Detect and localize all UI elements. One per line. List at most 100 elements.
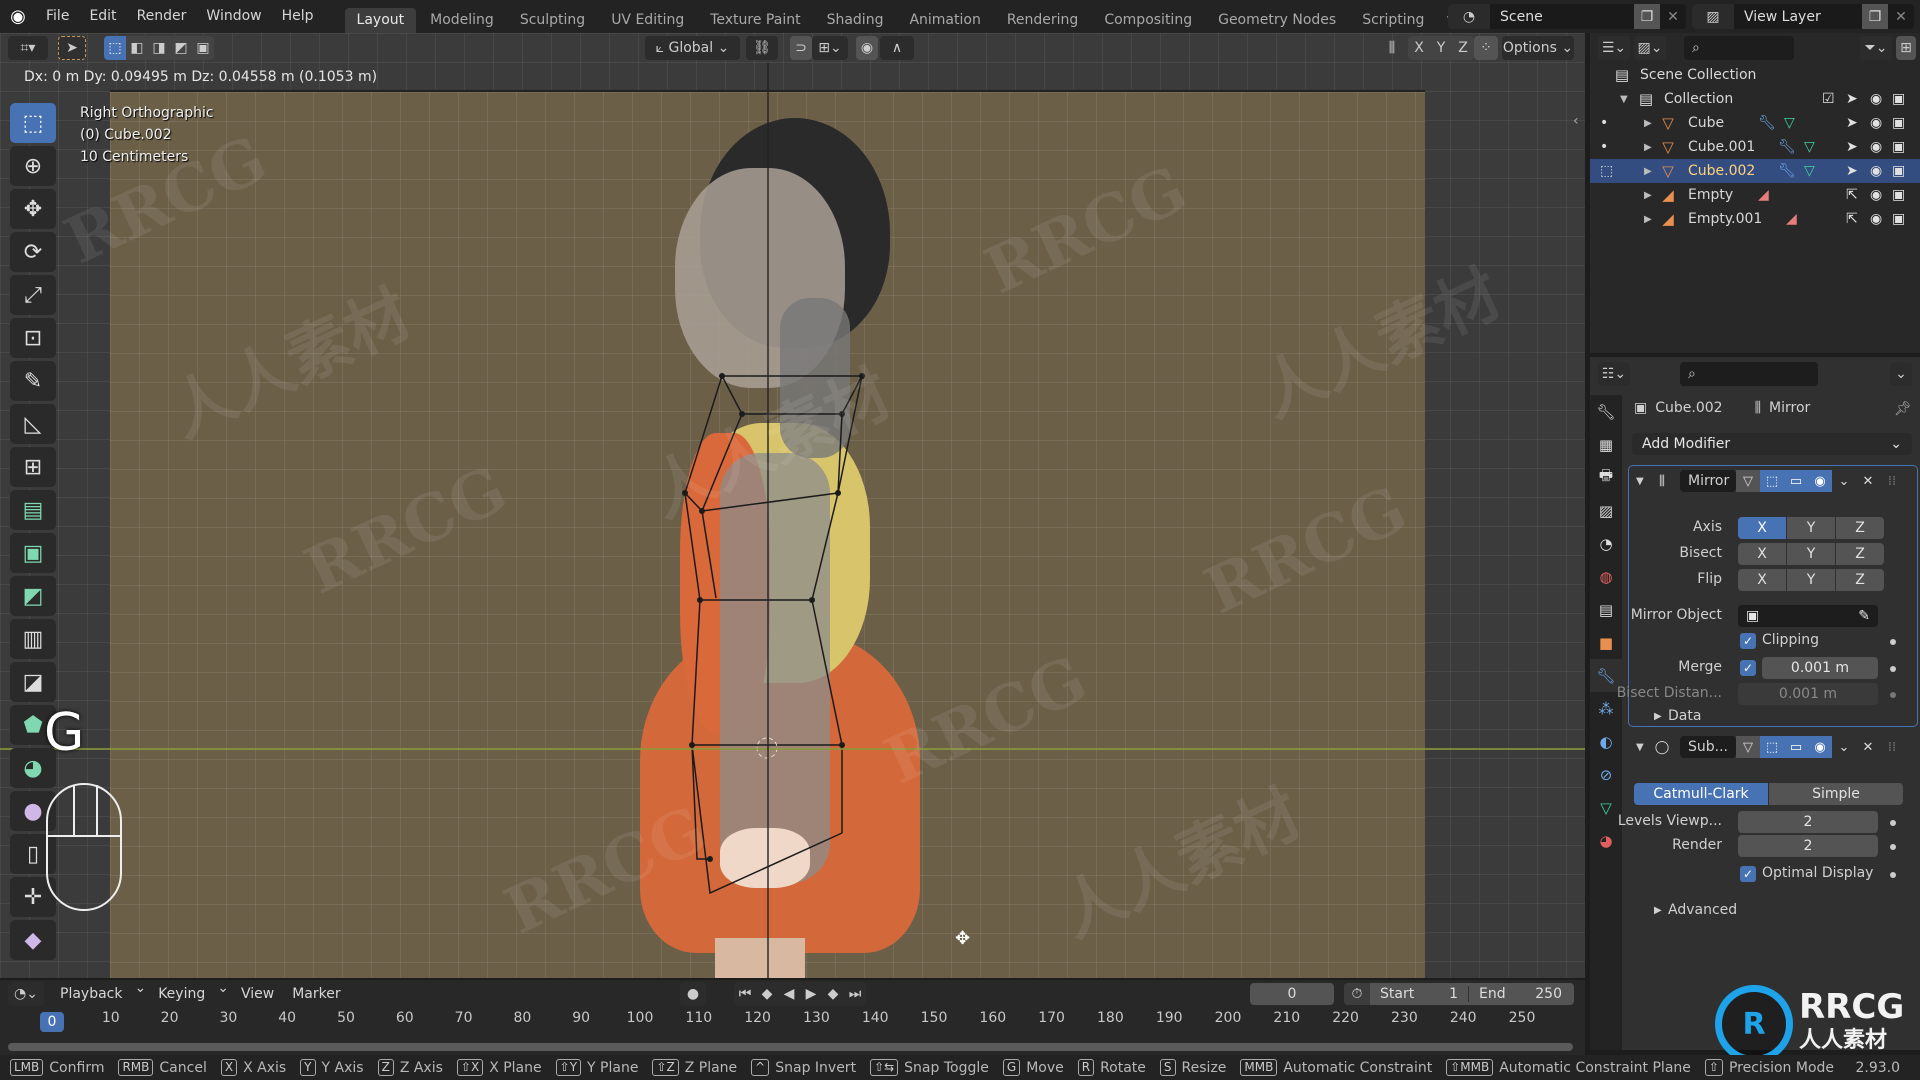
select-intersect-icon[interactable]: ▣ [192, 36, 214, 60]
tab-texture-paint[interactable]: Texture Paint [698, 8, 812, 33]
render-tab[interactable]: ▦ [1590, 428, 1622, 461]
render-camera-icon[interactable]: ▣ [1892, 211, 1905, 227]
visibility-eye-icon[interactable]: ◉ [1870, 115, 1882, 131]
outliner-item[interactable]: ⬚ ▶ ▽ Cube.002 🔧︎ ▽ ➤ ◉ ▣ [1590, 159, 1920, 183]
prev-keyframe-icon[interactable]: ◆ [756, 982, 778, 1006]
scene-selector[interactable]: ◔ Scene ❐ ✕ [1448, 4, 1686, 29]
scene-name[interactable]: Scene [1490, 9, 1634, 25]
expand-arrow-icon[interactable]: ▼ [1620, 94, 1628, 105]
merge-checkbox[interactable]: ✓ [1740, 660, 1756, 676]
keyframe-dot[interactable] [1890, 639, 1896, 645]
levels-viewport-field[interactable]: 2 [1738, 811, 1878, 833]
collapse-arrow-icon[interactable]: ▼ [1636, 742, 1650, 753]
data-subpanel-label[interactable]: Data [1668, 708, 1701, 724]
modifier-menu-icon[interactable]: ⌄ [1832, 736, 1856, 758]
tool-knife[interactable]: ◪ [10, 662, 56, 702]
end-frame-field[interactable]: End 250 [1468, 986, 1572, 1002]
remove-modifier-icon[interactable]: ✕ [1856, 470, 1880, 492]
menu-edit[interactable]: Edit [79, 0, 126, 33]
empty-data-icon[interactable]: ◢ [1758, 187, 1769, 203]
collapse-arrow-icon[interactable]: ▼ [1636, 476, 1650, 487]
axis-z-toggle[interactable]: Z [1836, 517, 1884, 539]
proportional-falloff-dropdown[interactable]: ∧ [880, 36, 914, 60]
keyframe-dot[interactable] [1890, 844, 1896, 850]
axis-y-toggle[interactable]: Y [1787, 517, 1835, 539]
options-dropdown[interactable]: Options ⌄ [1502, 36, 1574, 60]
outliner-item[interactable]: • ▶ ▽ Cube 🔧︎ ▽ ➤ ◉ ▣ [1590, 111, 1920, 135]
render-camera-icon[interactable]: ▣ [1892, 163, 1905, 179]
delete-view-layer-icon[interactable]: ✕ [1888, 4, 1914, 29]
expand-arrow-icon[interactable]: ▶ [1644, 190, 1652, 201]
outliner-item[interactable]: ▶ ◢ Empty.001 ◢ ⇱ ◉ ▣ [1590, 207, 1920, 231]
selectable-icon[interactable]: ➤ [1846, 115, 1858, 131]
tool-move[interactable]: ✥ [10, 189, 56, 229]
visibility-eye-icon[interactable]: ◉ [1870, 187, 1882, 203]
menu-render[interactable]: Render [127, 0, 197, 33]
selectable-icon[interactable]: ⇱ [1846, 211, 1858, 227]
tool-tab[interactable]: 🔧︎ [1590, 395, 1622, 428]
render-camera-icon[interactable]: ▣ [1892, 187, 1905, 203]
keyframe-dot[interactable] [1890, 666, 1896, 672]
keyframe-dot[interactable] [1890, 820, 1896, 826]
flip-z-toggle[interactable]: Z [1836, 569, 1884, 591]
selectable-icon[interactable]: ➤ [1846, 163, 1858, 179]
blender-logo-icon[interactable]: ◉ [0, 0, 36, 33]
selectable-icon[interactable]: ⇱ [1846, 187, 1858, 203]
advanced-subpanel-label[interactable]: Advanced [1668, 902, 1737, 918]
tab-sculpting[interactable]: Sculpting [508, 8, 597, 33]
clipping-checkbox[interactable]: ✓ [1740, 633, 1756, 649]
selectable-icon[interactable]: ➤ [1846, 91, 1858, 107]
menu-file[interactable]: File [36, 0, 79, 33]
render-camera-icon[interactable]: ▣ [1892, 115, 1905, 131]
mirror-x-toggle[interactable]: X [1408, 36, 1430, 60]
render-toggle-icon[interactable]: ◉ [1808, 470, 1832, 492]
expand-arrow-icon[interactable]: ▶ [1644, 118, 1652, 129]
tool-rotate[interactable]: ⟳ [10, 232, 56, 272]
tool-measure[interactable]: ◺ [10, 404, 56, 444]
exclude-checkbox[interactable]: ☑ [1822, 91, 1835, 107]
auto-keying-toggle[interactable]: ● [680, 982, 706, 1006]
tool-annotate[interactable]: ✎ [10, 361, 56, 401]
timeline-ruler[interactable]: 10 20 30 40 50 60 70 80 90 100 110 120 130 140 150 160 1… [0, 1010, 1585, 1032]
axis-x-toggle[interactable]: X [1738, 517, 1786, 539]
tool-extrude[interactable]: ▤ [10, 490, 56, 530]
transform-orientation-dropdown[interactable]: ⟀ Global ⌄ [645, 36, 740, 60]
timeline-editor-type[interactable]: ◔⌄ [8, 982, 44, 1006]
play-reverse-icon[interactable]: ◀ [778, 982, 800, 1006]
cage-toggle-icon[interactable]: ⬚ [1760, 736, 1784, 758]
playhead[interactable]: 0 [40, 1012, 64, 1032]
keyframe-dot[interactable] [1890, 872, 1896, 878]
expand-arrow-icon[interactable]: ▶ [1644, 214, 1652, 225]
new-collection-icon[interactable]: ⊞ [1896, 36, 1916, 60]
add-modifier-dropdown[interactable]: Add Modifier ⌄ [1632, 433, 1912, 455]
merge-distance-field[interactable]: 0.001 m [1762, 657, 1878, 679]
visibility-eye-icon[interactable]: ◉ [1870, 139, 1882, 155]
pivot-point-dropdown[interactable]: ⛓ [746, 36, 778, 60]
play-icon[interactable]: ▶ [800, 982, 822, 1006]
bisect-x-toggle[interactable]: X [1738, 543, 1786, 565]
editor-type-button[interactable]: ⌗▾ [8, 36, 48, 60]
simple-toggle[interactable]: Simple [1769, 783, 1903, 805]
tab-geometry-nodes[interactable]: Geometry Nodes [1206, 8, 1348, 33]
tab-uv-editing[interactable]: UV Editing [599, 8, 696, 33]
properties-search-input[interactable]: ⌕ [1680, 362, 1818, 386]
view-layer-filter-dropdown[interactable]: ▨⌄ [1634, 36, 1666, 60]
mirror-y-toggle[interactable]: Y [1430, 36, 1452, 60]
mesh-data-icon[interactable]: ▽ [1804, 163, 1815, 179]
jump-start-icon[interactable]: ⏮ [734, 982, 756, 1006]
delete-scene-icon[interactable]: ✕ [1660, 4, 1686, 29]
mesh-data-icon[interactable]: ▽ [1804, 139, 1815, 155]
outliner-item[interactable]: ▶ ◢ Empty ◢ ⇱ ◉ ▣ [1590, 183, 1920, 207]
tab-shading[interactable]: Shading [815, 8, 896, 33]
edit-mode-icon[interactable]: ⬚ [1600, 163, 1613, 179]
select-subtract-icon[interactable]: ◨ [148, 36, 170, 60]
flip-y-toggle[interactable]: Y [1787, 569, 1835, 591]
catmull-clark-toggle[interactable]: Catmull-Clark [1634, 783, 1768, 805]
select-set-icon[interactable]: ⬚ [104, 36, 126, 60]
keyframe-dot[interactable] [1890, 692, 1896, 698]
next-keyframe-icon[interactable]: ◆ [822, 982, 844, 1006]
render-toggle-icon[interactable]: ◉ [1808, 736, 1832, 758]
select-mode-icon[interactable]: ➤ [58, 36, 86, 60]
expand-arrow-icon[interactable]: ▶ [1654, 905, 1662, 916]
tab-scripting[interactable]: Scripting [1350, 8, 1436, 33]
